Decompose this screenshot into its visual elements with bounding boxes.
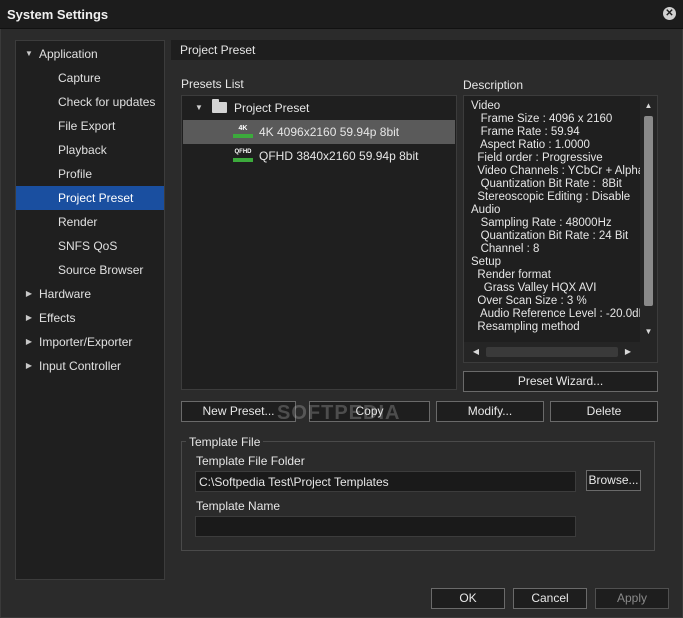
tree-item-input-controller[interactable]: ▶ Input Controller [16,354,164,378]
template-folder-label: Template File Folder [196,454,305,468]
description-line: Audio Reference Level : -20.0dE [471,308,640,320]
description-line: Grass Valley HQX AVI [471,282,597,294]
tree-item-effects[interactable]: ▶ Effects [16,306,164,330]
description-line: Audio [471,204,501,216]
description-line: Field order : Progressive [471,152,603,164]
description-text: Video Frame Size : 4096 x 2160 Frame Rat… [464,100,640,340]
tree-item-label: Importer/Exporter [39,335,133,349]
template-name-field[interactable] [195,516,576,537]
scroll-corner [640,342,657,362]
tree-item-snfs-qos[interactable]: SNFS QoS [16,234,164,258]
folder-icon [212,99,227,113]
new-preset-button[interactable]: New Preset... [181,401,296,422]
tree-item-hardware[interactable]: ▶ Hardware [16,282,164,306]
presets-list-label: Presets List [181,77,244,91]
presets-list: ▼ Project Preset 4K 4K 4096x2160 59.94p … [181,95,457,390]
description-line: Frame Rate : 59.94 [471,126,580,138]
tree-item-label: Check for updates [58,95,156,109]
scroll-left-icon[interactable]: ◀ [468,342,484,362]
description-line: Over Scan Size : 3 % [471,295,587,307]
collapsed-arrow-icon: ▶ [25,313,33,322]
template-name-label: Template Name [196,499,281,513]
resolution-4k-icon: 4K [233,124,253,139]
description-line: Quantization Bit Rate : 24 Bit [471,230,629,242]
apply-button[interactable]: Apply [595,588,669,609]
tree-item-label: Project Preset [58,191,134,205]
description-label: Description [463,78,524,92]
tree-item-label: Render [58,215,98,229]
scroll-up-icon[interactable]: ▲ [640,98,657,114]
tree-item-check-for-updates[interactable]: Check for updates [16,90,164,114]
tree-item-project-preset[interactable]: Project Preset [16,186,164,210]
vertical-scrollbar[interactable]: ▲ ▼ [640,96,657,342]
tree-item-label: Effects [39,311,76,325]
scroll-thumb[interactable] [486,347,618,357]
tree-item-source-browser[interactable]: Source Browser [16,258,164,282]
copy-button[interactable]: Copy [309,401,430,422]
tree-item-label: File Export [58,119,116,133]
tree-item-label: Hardware [39,287,92,301]
window-title: System Settings [7,7,109,22]
tree-item-label: Profile [58,167,93,181]
preset-wizard-button[interactable]: Preset Wizard... [463,371,658,392]
preset-item-label: 4K 4096x2160 59.94p 8bit [259,125,400,139]
collapsed-arrow-icon: ▶ [25,289,33,298]
tree-item-file-export[interactable]: File Export [16,114,164,138]
tree-item-render[interactable]: Render [16,210,164,234]
horizontal-scrollbar[interactable]: ◀ ▶ [464,342,640,362]
scroll-down-icon[interactable]: ▼ [640,324,657,340]
expanded-arrow-icon: ▼ [195,103,203,112]
tree-item-label: Playback [58,143,107,157]
preset-item[interactable]: QFHD QFHD 3840x2160 59.94p 8bit [183,144,455,168]
settings-tree: ▼ Application Capture Check for updates … [15,40,165,580]
description-box: Video Frame Size : 4096 x 2160 Frame Rat… [463,95,658,363]
description-line: Resampling method [471,321,580,333]
template-file-group-title: Template File [186,435,264,449]
description-line: Sampling Rate : 48000Hz [471,217,612,229]
tree-item-label: Capture [58,71,101,85]
tree-item-label: Application [39,47,98,61]
tree-item-label: Input Controller [39,359,122,373]
tree-item-application[interactable]: ▼ Application [16,42,164,66]
tree-item-importer-exporter[interactable]: ▶ Importer/Exporter [16,330,164,354]
description-line: Aspect Ratio : 1.0000 [471,139,590,151]
resolution-badge-label: 4K [238,125,248,132]
close-icon[interactable]: ✕ [663,7,676,20]
preset-folder-row[interactable]: ▼ Project Preset [183,96,455,120]
tree-item-label: SNFS QoS [58,239,118,253]
panel-header: Project Preset [171,40,670,60]
template-folder-field[interactable] [195,471,576,492]
tree-item-playback[interactable]: Playback [16,138,164,162]
resolution-qfhd-icon: QFHD [233,148,253,163]
description-line: Stereoscopic Editing : Disable [471,191,631,203]
modify-button[interactable]: Modify... [436,401,544,422]
delete-button[interactable]: Delete [550,401,658,422]
title-bar: System Settings ✕ [0,0,683,29]
description-line: Video [471,100,501,112]
description-line: Channel : 8 [471,243,540,255]
resolution-badge-label: QFHD [234,149,252,155]
browse-button[interactable]: Browse... [586,470,641,491]
expanded-arrow-icon: ▼ [25,49,33,58]
tree-item-capture[interactable]: Capture [16,66,164,90]
collapsed-arrow-icon: ▶ [25,361,33,370]
description-line: Render format [471,269,551,281]
preset-folder-label: Project Preset [234,101,310,115]
scroll-right-icon[interactable]: ▶ [620,342,636,362]
collapsed-arrow-icon: ▶ [25,337,33,346]
tree-item-label: Source Browser [58,263,144,277]
description-line: Quantization Bit Rate : 8Bit [471,178,622,190]
ok-button[interactable]: OK [431,588,505,609]
description-line: Setup [471,256,502,268]
description-line: Video Channels : YCbCr + Alpha [471,165,640,177]
preset-item[interactable]: 4K 4K 4096x2160 59.94p 8bit [183,120,455,144]
scroll-thumb[interactable] [644,116,653,306]
tree-item-profile[interactable]: Profile [16,162,164,186]
preset-item-label: QFHD 3840x2160 59.94p 8bit [259,149,419,163]
cancel-button[interactable]: Cancel [513,588,587,609]
description-line: Frame Size : 4096 x 2160 [471,113,613,125]
